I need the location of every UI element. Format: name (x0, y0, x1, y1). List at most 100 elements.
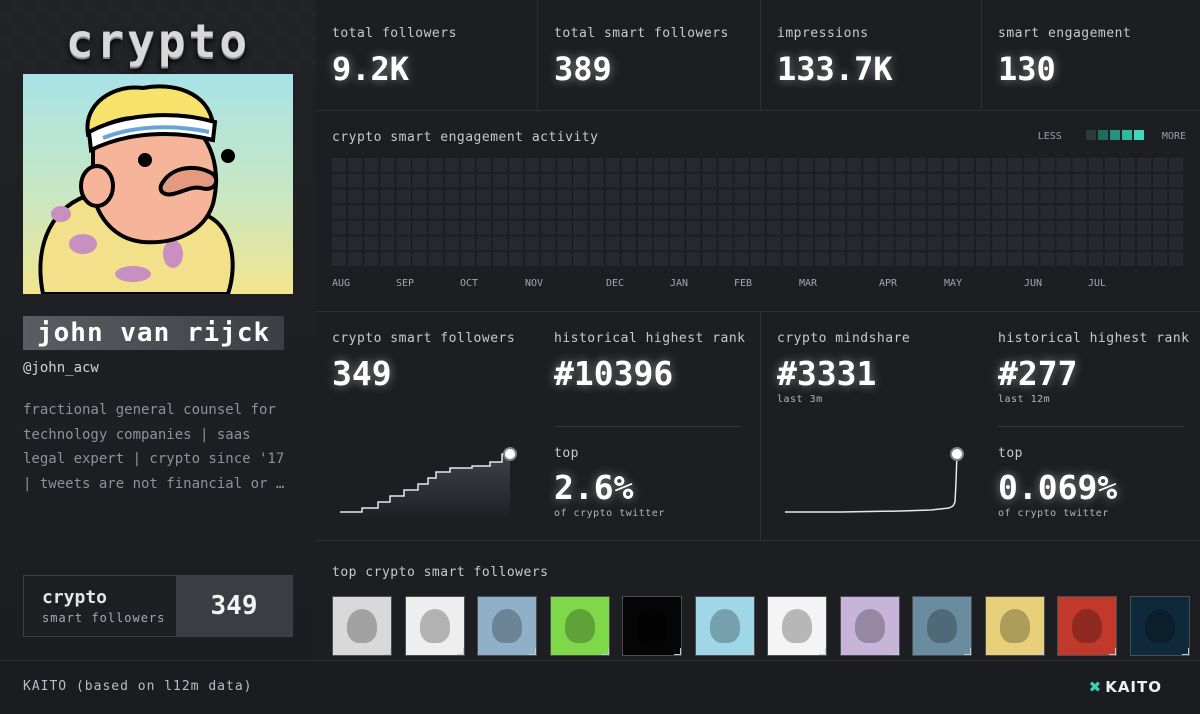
heatmap-cell (847, 173, 862, 188)
heatmap-cell (911, 252, 926, 266)
follower-avatar[interactable] (549, 596, 610, 656)
heatmap-cell (573, 158, 588, 172)
heatmap-cell (847, 158, 862, 172)
heatmap-cell (428, 189, 443, 204)
heatmap-cell (959, 189, 974, 204)
heatmap-cell (525, 189, 540, 204)
stat-value: 133.7K (777, 50, 893, 88)
heatmap-cell (976, 189, 991, 204)
family-photo-icon (492, 609, 522, 643)
heatmap-cell (766, 173, 781, 188)
heatmap-cell (541, 158, 556, 172)
heatmap-cell (476, 205, 491, 219)
heatmap-cell (573, 220, 588, 235)
heatmap-cell (927, 189, 942, 204)
heatmap-cell (686, 236, 701, 251)
month-label: JUL (1088, 278, 1107, 289)
heatmap-cell (1024, 189, 1039, 204)
heatmap-cell (702, 252, 717, 266)
heatmap-cell (798, 189, 813, 204)
heatmap-cell (1137, 158, 1152, 172)
heatmap-cell (364, 252, 379, 266)
heatmap-cell (380, 189, 395, 204)
follower-avatar[interactable] (984, 596, 1045, 656)
heatmap-cell (1040, 189, 1055, 204)
profile-avatar[interactable] (23, 74, 293, 294)
smart-followers-badge: crypto smart followers 349 (23, 575, 293, 637)
follower-avatar[interactable] (767, 596, 827, 656)
followers-trend-chart (340, 447, 517, 522)
heatmap-cell (976, 205, 991, 219)
heatmap-cell (1104, 189, 1119, 204)
follower-avatar[interactable] (694, 596, 755, 656)
heatmap-cell (348, 205, 363, 219)
profile-handle[interactable]: @john_acw (23, 360, 99, 376)
heatmap-cell (1169, 236, 1184, 251)
punk-striped-icon (999, 609, 1030, 643)
heatmap-cell (879, 220, 894, 235)
heatmap-cell (1104, 173, 1119, 188)
heatmap-cell (1153, 220, 1168, 235)
heatmap-cell (927, 205, 942, 219)
heatmap-cell (412, 252, 427, 266)
heatmap-cell (1040, 252, 1055, 266)
heatmap-cell (460, 158, 475, 172)
heatmap-cell (396, 189, 411, 204)
heatmap-cell (702, 205, 717, 219)
top-value: 2.6% (554, 468, 634, 507)
heatmap-cell (927, 173, 942, 188)
heatmap-cell (605, 220, 620, 235)
follower-avatar[interactable] (1129, 596, 1190, 656)
heatmap-cell (541, 173, 556, 188)
heatmap-cell (1120, 173, 1135, 188)
heatmap-cell (976, 252, 991, 266)
kaito-logo[interactable]: ✖ KAITO (1089, 678, 1162, 696)
heatmap-cell (1104, 205, 1119, 219)
heatmap-cell (798, 236, 813, 251)
name-plate: john van rijck (23, 316, 285, 350)
follower-avatar[interactable] (839, 596, 900, 656)
heatmap-cell (605, 189, 620, 204)
heatmap-cell (654, 158, 669, 172)
follower-avatar[interactable] (332, 596, 392, 656)
follower-avatar[interactable] (1057, 596, 1117, 656)
heatmap-cell (831, 236, 846, 251)
heatmap-cell (493, 173, 508, 188)
heatmap-cell (412, 236, 427, 251)
follower-avatar[interactable] (622, 596, 682, 656)
heatmap-cell (654, 252, 669, 266)
heatmap-cell (1088, 158, 1103, 172)
follower-avatar[interactable] (912, 596, 972, 656)
heatmap-cell (573, 205, 588, 219)
heatmap-cell (1169, 205, 1184, 219)
heatmap-cell (1024, 173, 1039, 188)
heatmap-cell (815, 173, 830, 188)
heatmap-cell (1104, 220, 1119, 235)
kaito-logo-text: KAITO (1105, 678, 1162, 696)
heatmap-cell (396, 220, 411, 235)
legend-swatch (1133, 130, 1144, 140)
legend-swatch (1109, 130, 1120, 140)
heatmap-cell (348, 189, 363, 204)
follower-avatar[interactable] (477, 596, 537, 656)
heatmap-cell (863, 252, 878, 266)
heatmap-cell (766, 252, 781, 266)
heatmap-cell (879, 189, 894, 204)
heatmap-cell (493, 252, 508, 266)
follower-avatar[interactable] (404, 596, 465, 656)
heatmap-cell (895, 220, 910, 235)
heatmap-cell (734, 220, 749, 235)
heatmap-cell (815, 236, 830, 251)
heatmap-cell (927, 220, 942, 235)
legend-swatch (1097, 130, 1108, 140)
stat-tile-smart-followers: total smart followers 389 (538, 0, 761, 111)
heatmap-cell (927, 252, 942, 266)
heatmap-cell (1137, 252, 1152, 266)
heatmap-cell (525, 220, 540, 235)
heatmap-cell (815, 205, 830, 219)
heatmap-cell (525, 252, 540, 266)
heatmap-cell (364, 173, 379, 188)
heatmap-cell (621, 158, 636, 172)
heatmap-cell (621, 189, 636, 204)
bio-line: technology companies | saas (23, 426, 251, 443)
